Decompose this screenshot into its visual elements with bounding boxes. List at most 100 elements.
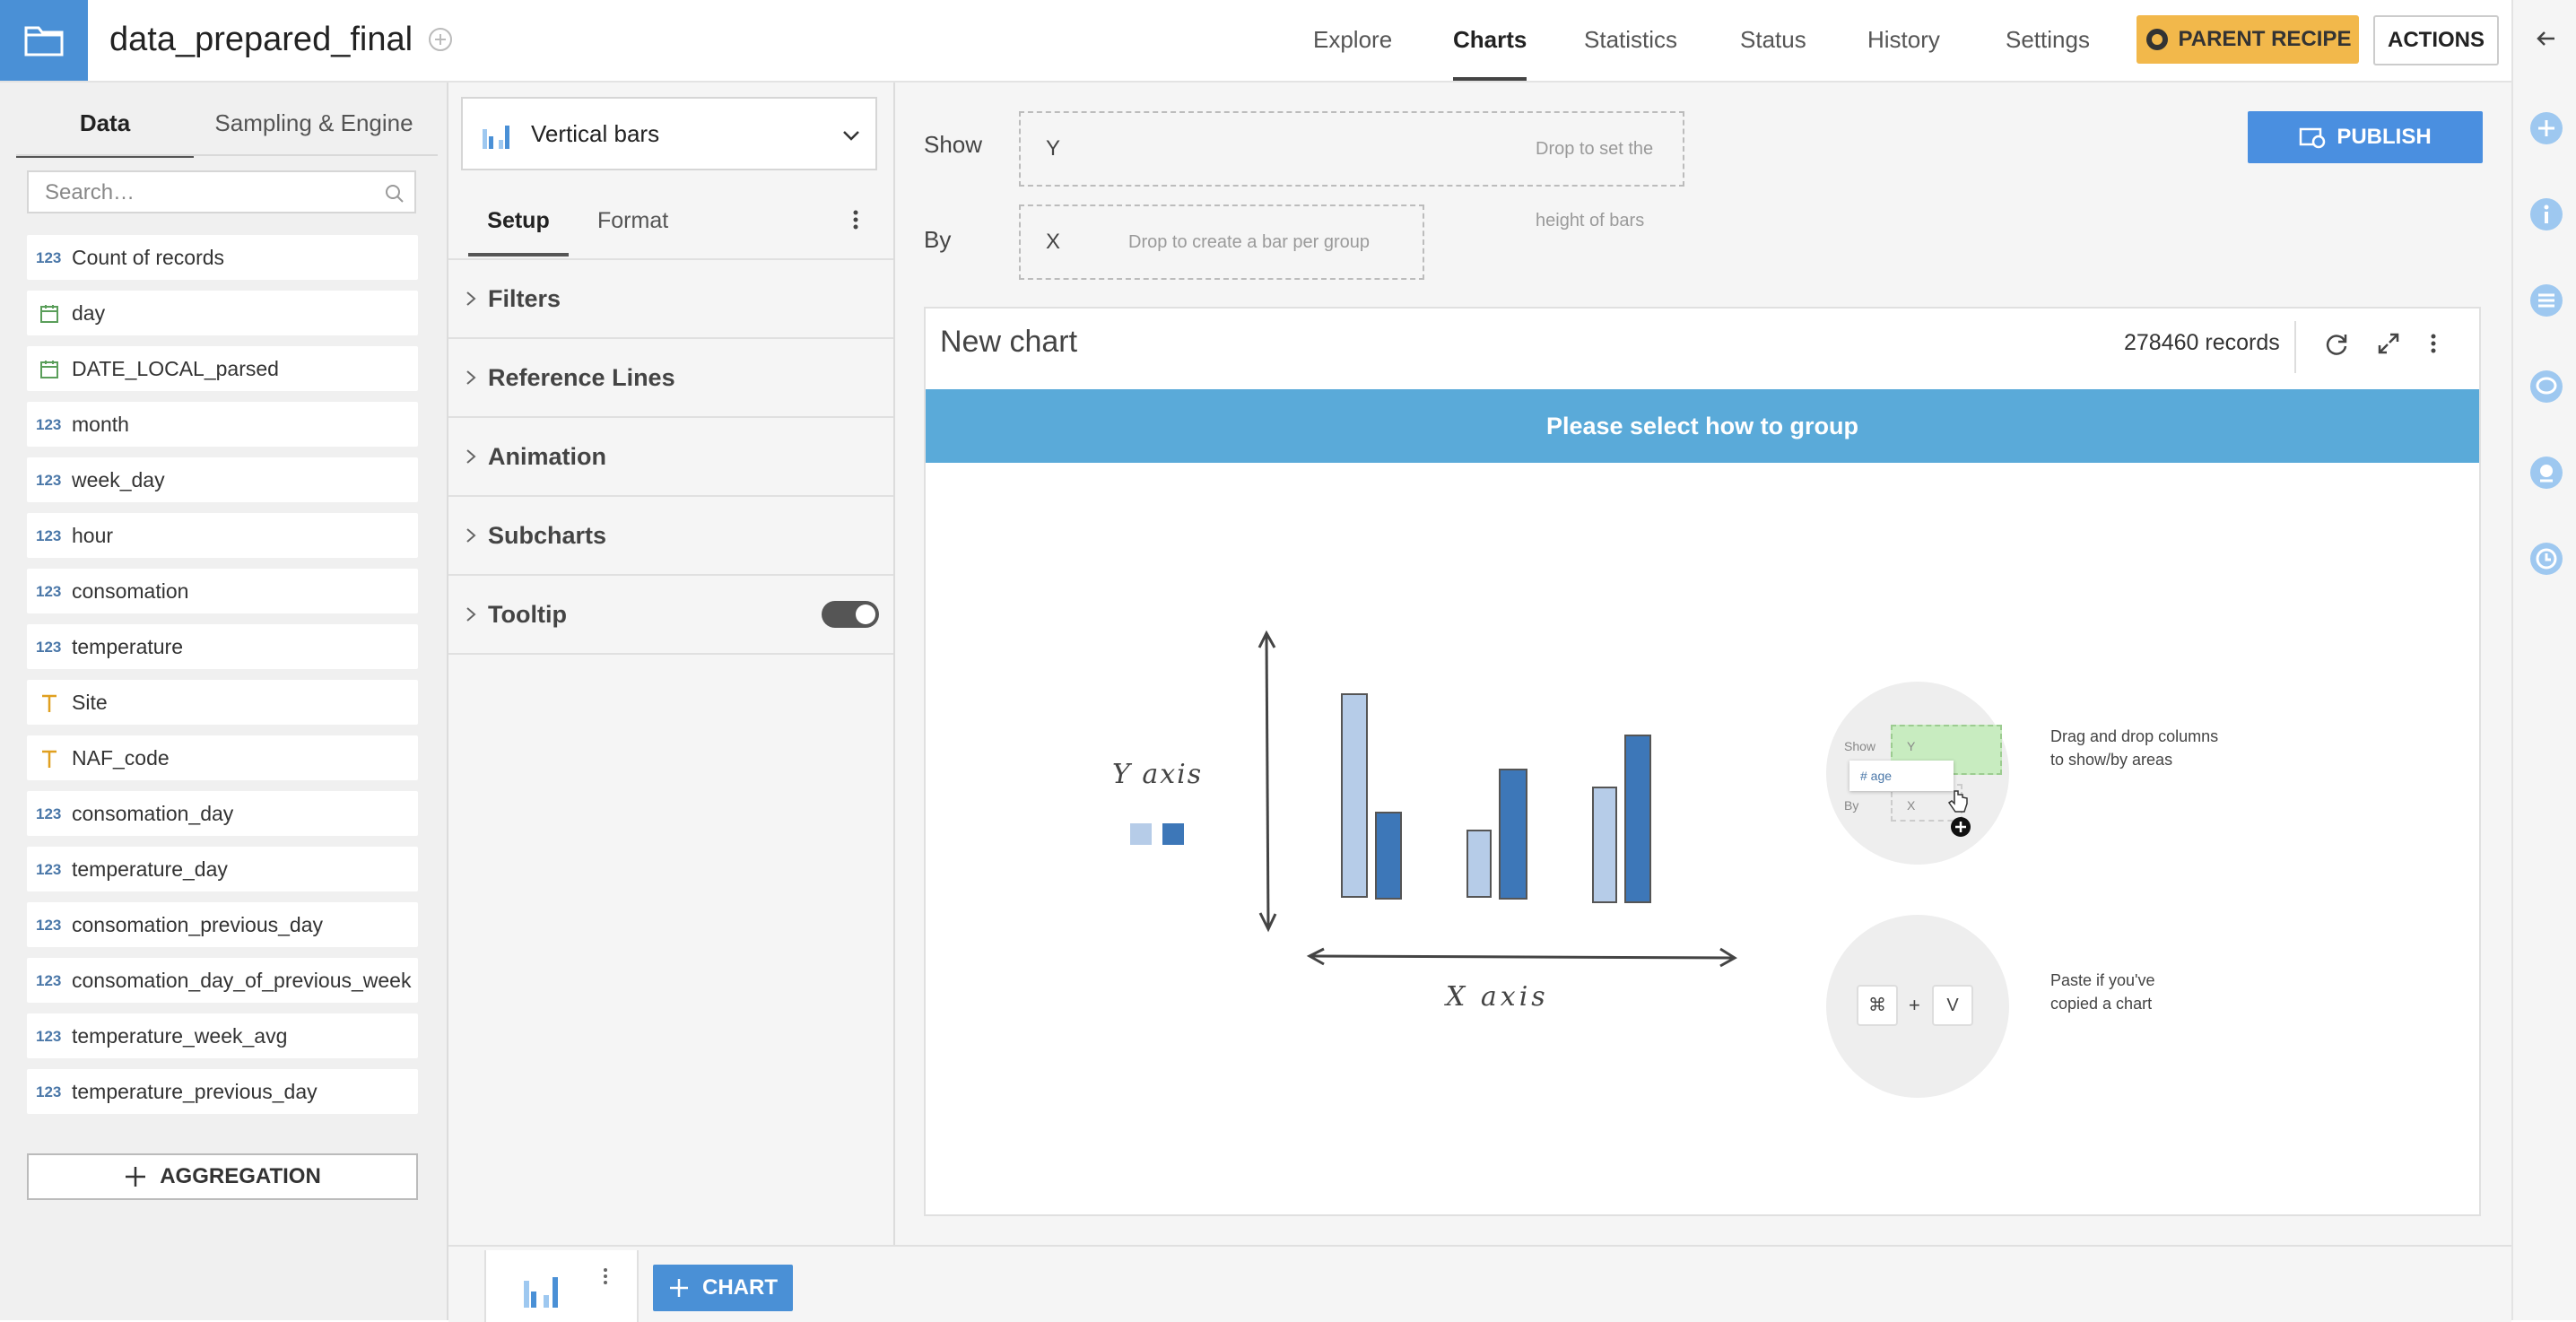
chart-card: New chart 278460 records Please select h… [924, 307, 2481, 1216]
tab-data[interactable]: Data [16, 102, 194, 158]
tab-format[interactable]: Format [597, 203, 668, 253]
x-dropzone-hint: Drop to create a bar per group [1128, 232, 1371, 252]
column-item[interactable]: 123 temperature [27, 624, 418, 669]
column-name: temperature_week_avg [72, 1024, 288, 1048]
top-bar: data_prepared_final Explore Charts Stati… [0, 0, 2511, 83]
column-item[interactable]: 123 consomation_previous_day [27, 902, 418, 947]
share-icon[interactable] [425, 24, 456, 55]
numeric-type-icon: 123 [36, 972, 62, 989]
column-name: day [72, 301, 106, 325]
chart-title[interactable]: New chart [940, 325, 1077, 360]
column-item[interactable]: NAF_code [27, 735, 418, 780]
section-filters[interactable]: Filters [448, 260, 893, 339]
nav-status[interactable]: Status [1740, 0, 1806, 81]
mini-dragged-column: # age [1849, 761, 1954, 791]
column-item[interactable]: 123 week_day [27, 457, 418, 502]
search-input[interactable] [43, 179, 370, 206]
column-item[interactable]: day [27, 291, 418, 335]
tab-sampling-engine[interactable]: Sampling & Engine [206, 102, 422, 154]
columns-panel: Data Sampling & Engine 123 Count of recor… [0, 83, 448, 1320]
dataset-folder-icon[interactable] [0, 0, 88, 81]
calendar-icon [40, 361, 58, 378]
info-icon[interactable] [2529, 197, 2563, 231]
mini-by-label: By [1844, 798, 1859, 813]
add-aggregation-button[interactable]: AGGREGATION [27, 1153, 418, 1200]
numeric-type-icon: 123 [36, 527, 62, 544]
numeric-type-icon: 123 [36, 472, 62, 489]
numeric-type-icon: 123 [36, 1083, 62, 1100]
section-label: Reference Lines [488, 364, 675, 391]
numeric-type-icon: 123 [36, 416, 62, 433]
section-animation[interactable]: Animation [448, 418, 893, 497]
section-tooltip[interactable]: Tooltip [448, 576, 893, 655]
column-item[interactable]: 123 hour [27, 513, 418, 558]
chart-tab-1[interactable] [484, 1250, 639, 1322]
numeric-type-icon: 123 [36, 861, 62, 878]
parent-recipe-button[interactable]: PARENT RECIPE [2137, 15, 2359, 64]
section-subcharts[interactable]: Subcharts [448, 497, 893, 576]
y-dropzone[interactable]: Y Drop to set the height of bars [1019, 111, 1684, 230]
actions-button[interactable]: ACTIONS [2373, 15, 2499, 65]
column-name: Count of records [72, 246, 225, 269]
chevron-right-icon [466, 370, 476, 385]
more-options-icon[interactable] [852, 208, 859, 231]
tooltip-toggle[interactable] [822, 601, 879, 628]
schema-icon[interactable] [2529, 283, 2563, 317]
chevron-right-icon [466, 291, 476, 306]
more-options-icon[interactable] [603, 1266, 608, 1286]
timeline-icon[interactable] [2529, 542, 2563, 576]
section-label: Subcharts [488, 522, 607, 549]
more-options-icon[interactable] [2429, 330, 2438, 357]
nav-settings[interactable]: Settings [2006, 0, 2090, 81]
column-name: consomation_day [72, 802, 234, 825]
discussion-icon[interactable] [2529, 370, 2563, 404]
add-chart-label: CHART [702, 1275, 778, 1300]
column-name: temperature_day [72, 857, 228, 881]
column-item[interactable]: 123 temperature_day [27, 847, 418, 891]
numeric-type-icon: 123 [36, 583, 62, 600]
x-axis-letter: X [1046, 230, 1061, 254]
column-item[interactable]: 123 consomation_day [27, 791, 418, 836]
chevron-right-icon [466, 449, 476, 464]
tab-setup[interactable]: Setup [468, 203, 569, 257]
show-label: Show [924, 131, 983, 158]
cmd-key: ⌘ [1857, 985, 1898, 1026]
nav-statistics[interactable]: Statistics [1584, 0, 1677, 81]
nav-charts[interactable]: Charts [1453, 0, 1527, 81]
column-item[interactable]: 123 consomation_day_of_previous_week [27, 958, 418, 1003]
column-search [27, 170, 416, 213]
hand-cursor-icon [1947, 790, 1968, 813]
column-item[interactable]: 123 Count of records [27, 235, 418, 280]
illus-x-axis-label: X axis [1446, 981, 1549, 1013]
plus-circle-icon[interactable] [2529, 111, 2563, 145]
arrow-left-icon[interactable] [2533, 25, 2560, 52]
column-item[interactable]: 123 temperature_week_avg [27, 1013, 418, 1058]
x-dropzone[interactable]: X Drop to create a bar per group [1019, 204, 1424, 280]
expand-icon[interactable] [2375, 330, 2402, 357]
group-prompt-banner: Please select how to group [926, 389, 2479, 463]
dnd-help-circle: Show By Y X # age [1826, 682, 2009, 865]
vertical-bars-icon [483, 126, 509, 149]
column-item[interactable]: 123 temperature_previous_day [27, 1069, 418, 1114]
refresh-icon[interactable] [2323, 330, 2350, 357]
column-name: DATE_LOCAL_parsed [72, 357, 279, 380]
lab-icon[interactable] [2529, 456, 2563, 490]
column-name: consomation_day_of_previous_week [72, 969, 412, 992]
column-item[interactable]: 123 month [27, 402, 418, 447]
dataset-name[interactable]: data_prepared_final [109, 18, 413, 61]
calendar-icon [40, 305, 58, 323]
chart-type-select[interactable]: Vertical bars [461, 97, 877, 170]
recipe-icon [2145, 29, 2168, 50]
nav-explore[interactable]: Explore [1313, 0, 1392, 81]
dnd-help-text: Drag and drop columns to show/by areas [2050, 727, 2219, 769]
nav-history[interactable]: History [1867, 0, 1940, 81]
column-item[interactable]: DATE_LOCAL_parsed [27, 346, 418, 391]
section-reference-lines[interactable]: Reference Lines [448, 339, 893, 418]
publish-button[interactable]: PUBLISH [2248, 111, 2483, 163]
column-item[interactable]: Site [27, 680, 418, 725]
chevron-right-icon [466, 607, 476, 622]
chart-config-panel: Vertical bars Setup Format Filters Refer… [448, 83, 895, 1245]
paste-help-circle: ⌘ + V [1826, 915, 2009, 1098]
column-item[interactable]: 123 consomation [27, 569, 418, 613]
add-chart-button[interactable]: CHART [653, 1265, 793, 1311]
